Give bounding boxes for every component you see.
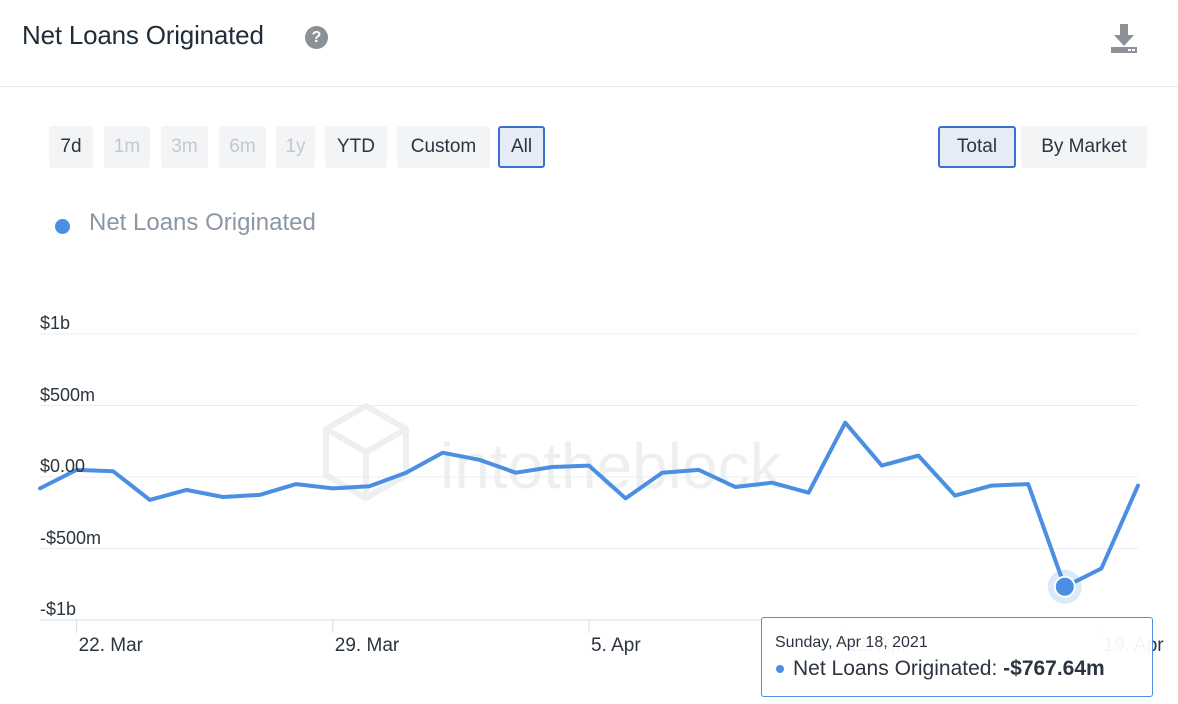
tooltip-series-name: Net Loans Originated:: [793, 657, 998, 680]
y-tick-label: $1b: [40, 313, 71, 333]
y-tick-label: -$500m: [40, 527, 102, 548]
chart-tooltip: Sunday, Apr 18, 2021 Net Loans Originate…: [761, 617, 1153, 697]
x-tick-label: 5. Apr: [591, 635, 641, 656]
tooltip-series-marker: [776, 665, 784, 673]
tooltip-value: -$767.64m: [1003, 657, 1105, 680]
hover-point[interactable]: [1053, 575, 1076, 598]
chart-plot-area: intotheblock: [38, 333, 1140, 633]
x-tick-label: 22. Mar: [78, 635, 144, 656]
y-tick-label: $500m: [40, 384, 96, 405]
watermark: intotheblock: [323, 402, 783, 502]
tooltip-date: Sunday, Apr 18, 2021: [775, 634, 928, 651]
x-tick-label: 29. Mar: [334, 635, 400, 656]
y-tick-label: -$1b: [40, 599, 77, 619]
y-tick-label: $0.00: [40, 456, 86, 476]
